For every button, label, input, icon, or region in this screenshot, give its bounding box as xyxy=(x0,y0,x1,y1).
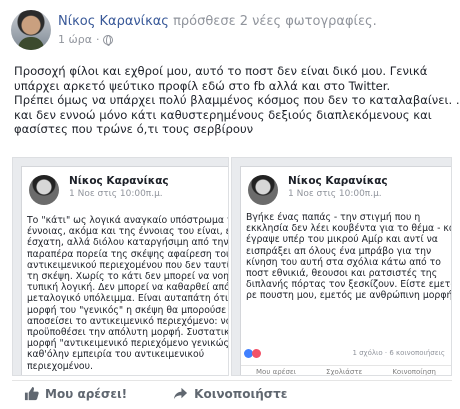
post-text-line: και δεν εννοώ μόνο κάτι καθυστερημένους … xyxy=(14,107,432,122)
screenshot-card: Νίκος Καρανίκας 1 Νοε στις 10:00π.μ. Βγή… xyxy=(240,166,451,375)
love-reaction-icon xyxy=(252,349,261,358)
like-label: Μου αρέσει! xyxy=(45,386,128,401)
card-line: αντικειμενικού περιεχομένου που δεν ταυτ… xyxy=(27,259,229,271)
globe-icon[interactable] xyxy=(103,34,114,46)
card-like-label: Μου αρέσει xyxy=(256,368,297,376)
headline-rest: πρόσθεσε 2 νέες φωτογραφίες. xyxy=(168,14,377,29)
photo-2[interactable]: Νίκος Καρανίκας 1 Νοε στις 10:00π.μ. Βγή… xyxy=(231,157,452,376)
card-actions: Μου αρέσει Σχολιάστε Κοινοποίηση xyxy=(241,365,451,376)
card-avatar xyxy=(248,175,278,205)
post-action-bar: Μου αρέσει! Κοινοποιήστε xyxy=(12,380,452,406)
post-text-line: Προσοχή φίλοι και εχθροί μου, αυτό το πο… xyxy=(14,64,428,78)
author-name-link[interactable]: Νίκος Καρανίκας xyxy=(58,14,169,29)
post-headline: Νίκος Καρανίκας πρόσθεσε 2 νέες φωτογραφ… xyxy=(58,14,377,29)
card-body: Βγήκε ένας παπάς - την στιγμή που η εκκλ… xyxy=(246,212,452,302)
card-line: έγραψε υπέρ του μικρού Αμίρ και αντί να xyxy=(246,234,438,246)
screenshot-card: Νίκος Καρανίκας 1 Νοε στις 10:00π.μ. Το … xyxy=(21,166,228,375)
card-line: εκκλησία δεν λέει κουβέντα για το θέμα -… xyxy=(246,223,452,235)
card-author: Νίκος Καρανίκας xyxy=(288,175,388,187)
card-line: τη σκέψη. Χωρίς το κάτι δεν μπορεί να νο… xyxy=(27,271,229,283)
post-time[interactable]: 1 ώρα xyxy=(58,33,92,46)
share-button[interactable]: Κοινοποιήστε xyxy=(173,386,287,401)
post-text-line: υπάρχει αρκετό ψεύτικο προφίλ εδώ στο fb… xyxy=(14,78,391,93)
thumbs-up-icon xyxy=(24,386,39,401)
post-text-line: φασίστες που τρώνε ό,τι τους σερβίρουν xyxy=(14,122,254,137)
card-share-label: Κοινοποίηση xyxy=(392,368,436,376)
card-line: αποσείσει το αντικειμενικό περιεχόμενο: … xyxy=(27,315,229,327)
card-line: διπλανής πόρτας τον ξεσκίζουν. Είστε εμε… xyxy=(246,279,452,291)
card-author: Νίκος Καρανίκας xyxy=(69,175,169,187)
card-line: τυπική λογική. Δεν μπορεί να καθαρθεί απ… xyxy=(27,282,229,294)
card-date: 1 Νοε στις 10:00π.μ. xyxy=(288,189,382,199)
post-meta: 1 ώρα · xyxy=(58,33,114,46)
card-line: ποστ εθνικιά, θεουσοι και ρατσιστές της xyxy=(246,268,438,280)
author-avatar[interactable] xyxy=(11,10,51,50)
share-label: Κοινοποιήστε xyxy=(194,386,288,401)
card-body: Το "κάτι" ως λογικά αναγκαίο υπόστρωμα τ… xyxy=(27,215,229,372)
card-line: Το "κάτι" ως λογικά αναγκαίο υπόστρωμα τ… xyxy=(27,215,229,226)
card-line: μορφή του "γενικός" η σκέψη θα μπορούσε … xyxy=(27,304,229,316)
card-line: έσχατη, αλλά διόλου καταργήσιμη από την xyxy=(27,237,229,249)
card-line: ρε πουστη μου, εμετός με ανθρώπινη μορφή xyxy=(246,290,452,302)
post-text-line: Πρέπει όμως να υπάρχει πολύ βλαμμένος κό… xyxy=(14,93,460,108)
card-line: μορφή "αντικειμενικό περιεχόμενο γενικώς… xyxy=(27,338,229,350)
card-line: παραπέρα πορεία της σκέψης αφαίρεση του xyxy=(27,248,229,260)
card-comment-label: Σχολιάστε xyxy=(326,368,363,376)
card-avatar xyxy=(29,175,59,205)
like-button[interactable]: Μου αρέσει! xyxy=(24,386,127,401)
card-date: 1 Νοε στις 10:00π.μ. xyxy=(69,189,163,199)
card-line: Βγήκε ένας παπάς - την στιγμή που η xyxy=(246,212,421,223)
card-reactions-row: 1 σχόλιο · 6 κοινοποιήσεις Μου αρέσει Σχ… xyxy=(241,349,451,375)
share-icon xyxy=(173,386,188,401)
card-counts: 1 σχόλιο · 6 κοινοποιήσεις xyxy=(352,349,445,357)
facebook-post: Νίκος Καρανίκας πρόσθεσε 2 νέες φωτογραφ… xyxy=(0,0,460,409)
card-line: καθ'όλην εμπειρία του αντικειμενικού xyxy=(27,349,205,361)
card-line: προϋποθέσει την απόλυτη μορφή. Συστατική… xyxy=(27,327,229,339)
post-text: Προσοχή φίλοι και εχθροί μου, αυτό το πο… xyxy=(14,64,460,137)
card-line: εισπράξει απ όλους ένα μπράβο για την xyxy=(246,245,432,257)
card-line: μεταλογικό υπόλειμμα. Είναι αυταπάτη ότι… xyxy=(27,293,229,305)
card-line: έννοιας, ακόμα και της έννοιας του είναι… xyxy=(27,226,228,238)
card-line: κίνηση του αυτή στα σχόλια κάτω από το xyxy=(246,256,441,268)
card-line: περιεχομένου. xyxy=(27,360,93,372)
photo-1[interactable]: Νίκος Καρανίκας 1 Νοε στις 10:00π.μ. Το … xyxy=(12,157,229,376)
